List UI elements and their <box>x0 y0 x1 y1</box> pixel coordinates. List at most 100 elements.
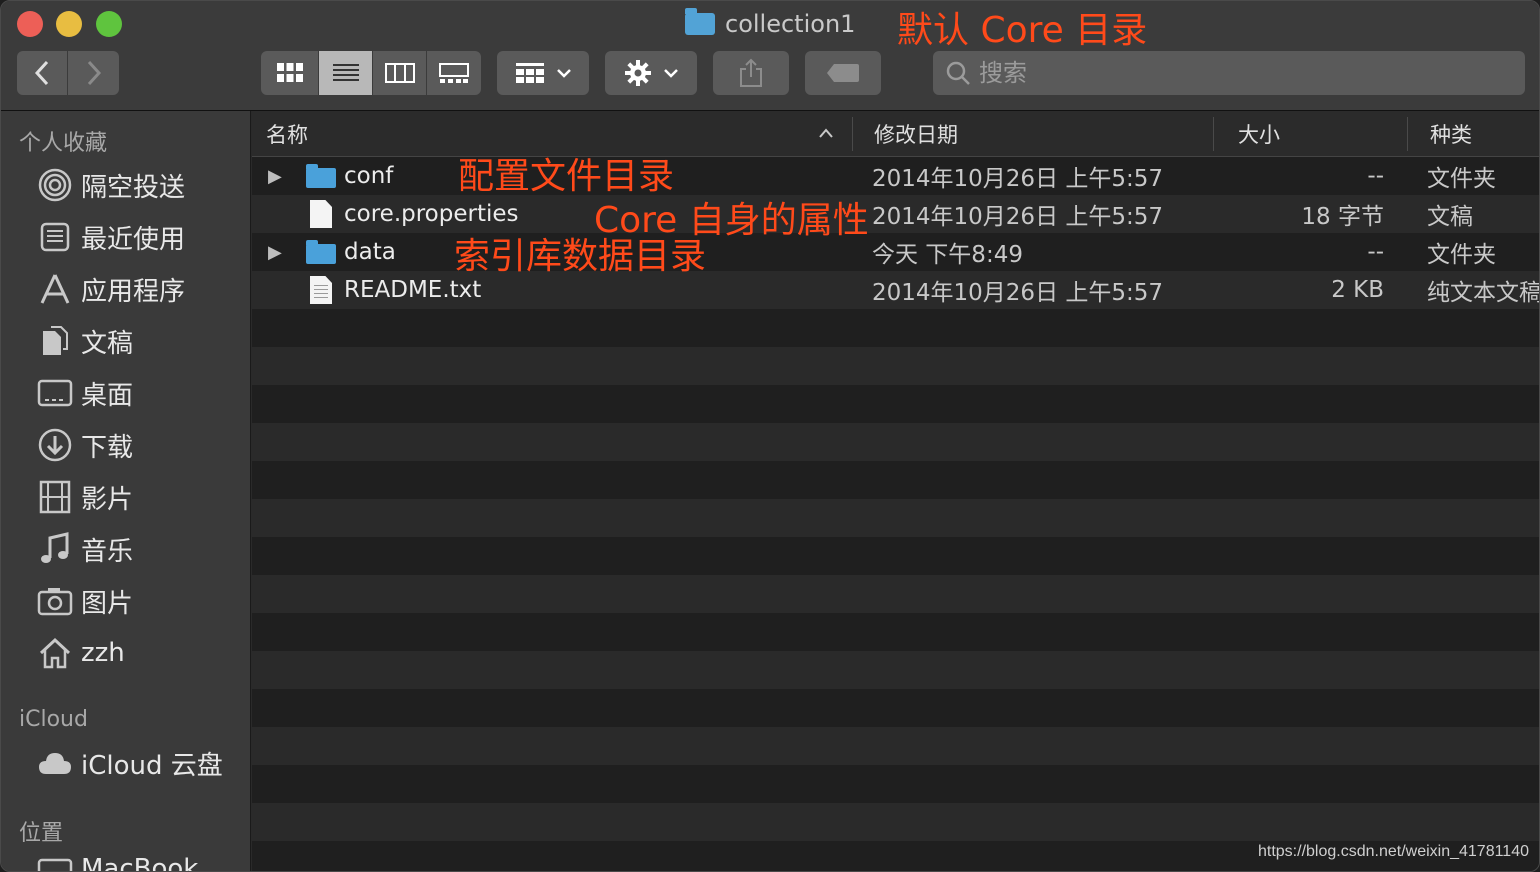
empty-row <box>252 727 1539 765</box>
music-icon <box>37 531 73 567</box>
document-icon <box>306 200 336 228</box>
home-icon <box>37 635 73 671</box>
sidebar-item-applications[interactable]: 应用程序 <box>37 269 185 309</box>
sidebar-section-favorites: 个人收藏 <box>19 131 108 156</box>
column-separator[interactable] <box>852 117 853 151</box>
disclosure-triangle-icon[interactable]: ▶ <box>268 233 282 271</box>
chevron-down-icon <box>557 69 571 78</box>
table-row[interactable]: ▶ conf 2014年10月26日 上午5:57 -- 文件夹 <box>252 157 1539 195</box>
file-date: 2014年10月26日 上午5:57 <box>872 280 1164 306</box>
column-date-header[interactable]: 修改日期 <box>874 111 958 157</box>
sidebar-item-label: 应用程序 <box>81 276 186 307</box>
column-name-label: 名称 <box>266 123 308 147</box>
gallery-view-button[interactable] <box>427 51 481 95</box>
file-size: -- <box>1367 163 1384 189</box>
file-kind: 文稿 <box>1427 204 1473 230</box>
window-title-text: collection1 <box>725 10 856 38</box>
column-separator[interactable] <box>1407 117 1408 151</box>
sidebar-item-label: MacBook <box>81 854 199 872</box>
columns-icon <box>384 63 415 83</box>
sidebar-item-music[interactable]: 音乐 <box>37 529 133 569</box>
share-button[interactable] <box>713 51 789 95</box>
list-icon <box>332 64 359 81</box>
sort-ascending-icon <box>819 128 833 138</box>
sidebar-item-documents[interactable]: 文稿 <box>37 321 133 361</box>
sidebar-item-recents[interactable]: 最近使用 <box>37 217 185 257</box>
list-view-button[interactable] <box>319 51 373 95</box>
annotation-core-properties: Core 自身的属性 <box>594 200 869 241</box>
sidebar-section-locations: 位置 <box>19 821 64 846</box>
sidebar-item-movies[interactable]: 影片 <box>37 477 133 517</box>
sidebar-item-home[interactable]: zzh <box>37 633 125 673</box>
search-field[interactable] <box>933 51 1525 95</box>
sidebar-item-downloads[interactable]: 下载 <box>37 425 133 465</box>
back-button[interactable] <box>17 51 68 95</box>
sidebar-item-label: zzh <box>81 638 125 668</box>
empty-row <box>252 309 1539 347</box>
gear-icon <box>625 60 651 86</box>
sidebar-item-label: 下载 <box>81 432 134 463</box>
column-date-label: 修改日期 <box>874 123 958 147</box>
file-date: 2014年10月26日 上午5:57 <box>872 166 1164 192</box>
cloud-icon <box>37 745 73 781</box>
folder-icon <box>685 8 715 35</box>
disclosure-triangle-icon[interactable]: ▶ <box>268 157 282 195</box>
tags-button[interactable] <box>805 51 881 95</box>
sidebar-item-label: 最近使用 <box>81 224 186 255</box>
file-size: 18 字节 <box>1301 204 1384 230</box>
documents-icon <box>37 323 73 359</box>
text-file-icon <box>306 276 336 304</box>
maximize-button[interactable] <box>96 11 122 37</box>
chevron-left-icon <box>34 60 49 86</box>
finder-window: collection1 默认 Core 目录 搜索 个人收藏 隔空投送 最近使用… <box>0 0 1540 872</box>
pictures-icon <box>37 583 73 619</box>
sidebar-item-airdrop[interactable]: 隔空投送 <box>37 165 185 205</box>
empty-row <box>252 423 1539 461</box>
sidebar-item-macbook[interactable]: MacBook <box>37 849 199 872</box>
search-input[interactable] <box>979 59 1479 87</box>
table-row[interactable]: README.txt 2014年10月26日 上午5:57 2 KB 纯文本文稿 <box>252 271 1539 309</box>
minimize-button[interactable] <box>56 11 82 37</box>
downloads-icon <box>37 427 73 463</box>
sidebar-item-label: iCloud 云盘 <box>81 750 223 781</box>
empty-row <box>252 613 1539 651</box>
empty-row <box>252 461 1539 499</box>
file-name: core.properties <box>344 201 519 227</box>
file-kind: 文件夹 <box>1427 166 1496 192</box>
sidebar-item-label: 隔空投送 <box>81 172 186 203</box>
file-name: conf <box>344 163 394 189</box>
chevron-down-icon <box>664 69 678 78</box>
column-name-header[interactable]: 名称 <box>266 111 850 157</box>
group-by-button[interactable] <box>497 51 589 95</box>
view-mode-control <box>261 51 481 95</box>
group-icon <box>516 63 544 83</box>
gallery-icon <box>439 63 469 83</box>
table-row[interactable]: core.properties 2014年10月26日 上午5:57 18 字节… <box>252 195 1539 233</box>
table-row[interactable]: ▶ data 今天 下午8:49 -- 文件夹 <box>252 233 1539 271</box>
sidebar-item-icloud-drive[interactable]: iCloud 云盘 <box>37 743 223 783</box>
sidebar: 个人收藏 隔空投送 最近使用 应用程序 文稿 桌面 下载 影片 音乐 图片 zz… <box>1 111 251 872</box>
sidebar-item-label: 影片 <box>81 484 134 515</box>
tag-icon <box>827 64 859 82</box>
sidebar-item-desktop[interactable]: 桌面 <box>37 373 133 413</box>
column-kind-header[interactable]: 种类 <box>1430 111 1472 157</box>
action-button[interactable] <box>605 51 697 95</box>
toolbar: collection1 默认 Core 目录 <box>1 1 1539 111</box>
annotation-conf: 配置文件目录 <box>458 156 675 197</box>
close-button[interactable] <box>17 11 43 37</box>
airdrop-icon <box>37 167 73 203</box>
recents-icon <box>37 219 73 255</box>
sidebar-item-pictures[interactable]: 图片 <box>37 581 133 621</box>
file-size: -- <box>1367 239 1384 265</box>
column-view-button[interactable] <box>373 51 427 95</box>
sidebar-item-label: 图片 <box>81 588 134 619</box>
movies-icon <box>37 479 73 515</box>
folder-icon <box>306 238 336 266</box>
column-separator[interactable] <box>1213 117 1214 151</box>
rows-container: ▶ conf 2014年10月26日 上午5:57 -- 文件夹 core.pr… <box>252 157 1539 841</box>
desktop-icon <box>37 375 73 411</box>
file-list: 名称 修改日期 大小 种类 ▶ conf 2014年10月26日 上午5:57 <box>252 111 1539 871</box>
forward-button[interactable] <box>68 51 119 95</box>
column-size-header[interactable]: 大小 <box>1238 111 1280 157</box>
icon-view-button[interactable] <box>261 51 319 95</box>
